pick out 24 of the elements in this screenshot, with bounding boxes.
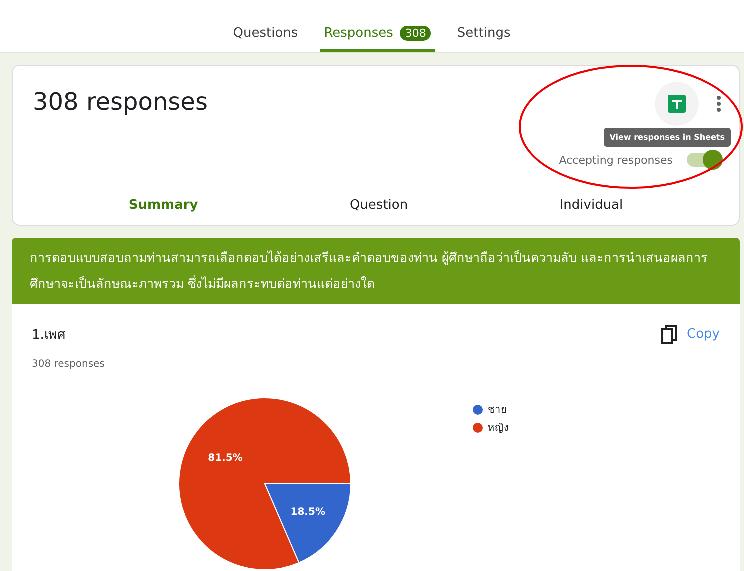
legend-label: ชาย [488,404,507,417]
top-tab[interactable]: Settings [453,26,515,52]
spreadsheet-icon [668,95,686,113]
slice-label: 18.5% [290,507,326,518]
slice-label: 81.5% [208,452,243,464]
legend-dot [473,422,483,432]
more-button[interactable] [717,95,721,113]
top-tab[interactable]: Questions [229,26,302,52]
view-tab[interactable]: Individual [550,190,634,225]
accepting-toggle[interactable] [687,153,721,167]
legend-label: หญิง [488,422,509,435]
view-tab[interactable]: Summary [118,190,208,225]
count-badge: 308 [400,26,432,41]
copy-button[interactable]: Copy [661,324,720,344]
response-count: 308 responses [32,359,106,370]
copy-icon [661,324,678,344]
question-title: 1.เพศ [32,327,66,345]
view-tab[interactable]: Question [340,190,418,225]
accepting-label: Accepting responses [559,154,673,166]
sheets-button[interactable] [655,82,699,126]
tooltip: View responses in Sheets [604,128,731,147]
responses-title: 308 responses [33,88,208,118]
legend-dot [473,404,483,414]
notice-banner: การตอบแบบสอบถามท่านสามารถเลือกตอบได้อย่างเสรีและคำตอบของท่าน ผู้ศึกษาถือว่าเป็นความลับ และการนำเสนอผลการศึกษาจะเป็นลักษณะภาพรวม ซึ่งไม่มีผลกระทบต่อท่านแต่อย่างใด [12,238,740,304]
